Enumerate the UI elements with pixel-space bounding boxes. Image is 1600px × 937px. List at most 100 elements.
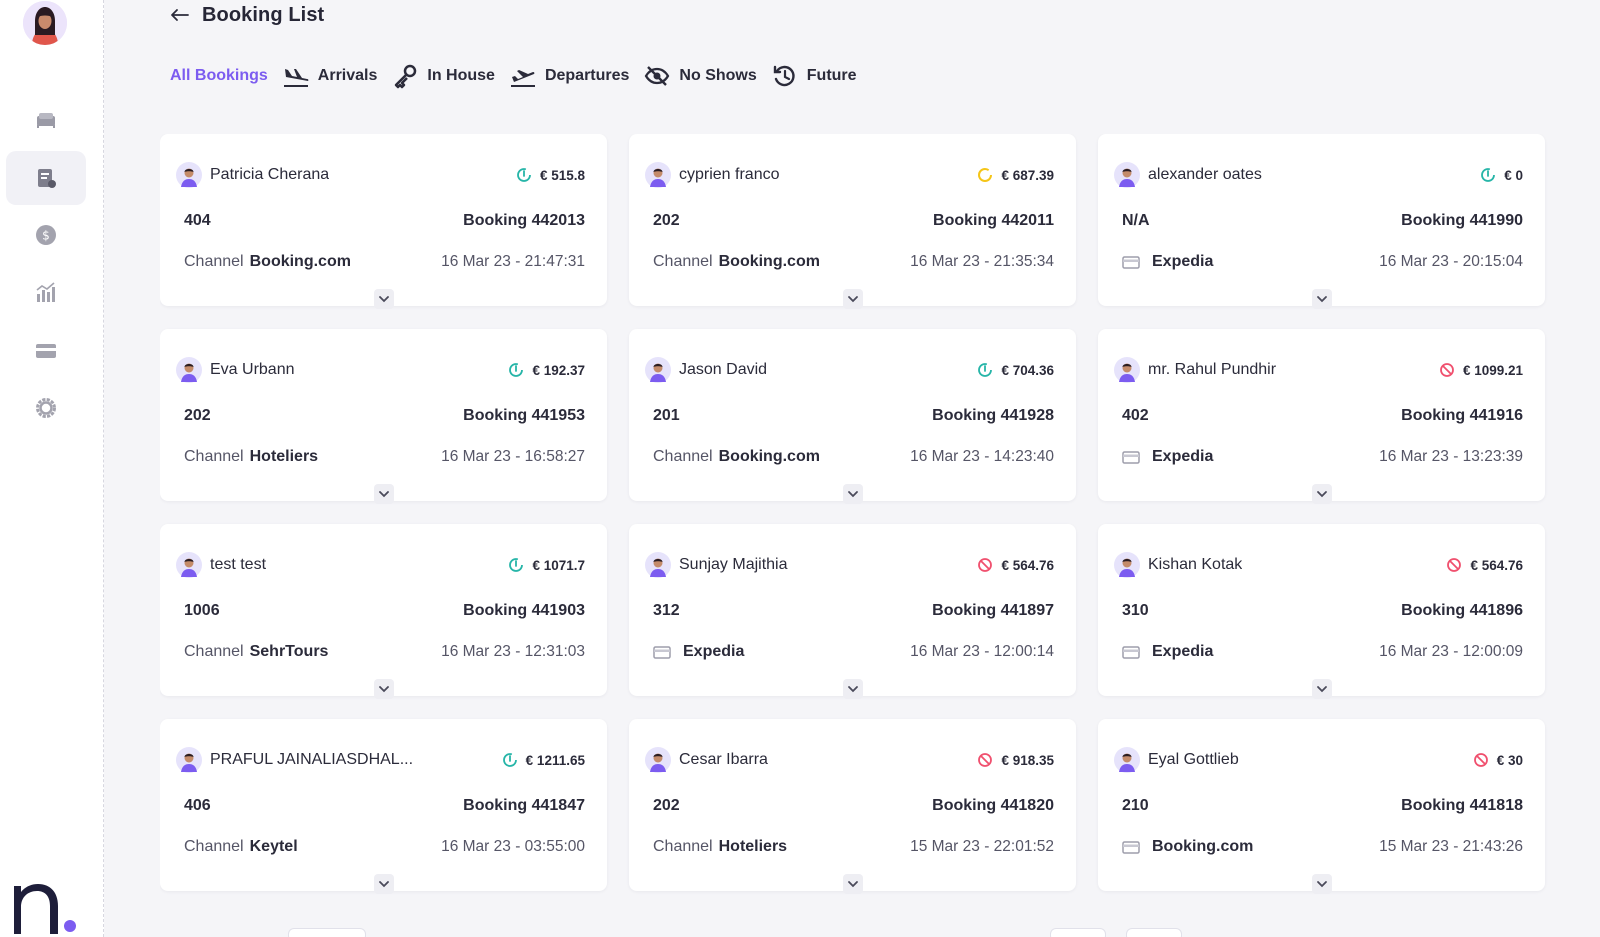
booking-number: Booking 441818	[1401, 797, 1523, 814]
room-number: 1006	[184, 602, 220, 619]
tab-label: No Shows	[679, 67, 757, 84]
user-avatar[interactable]	[23, 1, 67, 45]
expand-card-button[interactable]	[843, 484, 863, 504]
channel: Expedia	[1122, 448, 1213, 466]
channel: Channel Hoteliers	[184, 448, 318, 466]
booking-card[interactable]: Eyal Gottlieb € 30 210 Booking 441818 Bo…	[1098, 719, 1545, 894]
guest-avatar-icon	[645, 552, 671, 578]
expand-card-button[interactable]	[1312, 874, 1332, 894]
channel-name: Expedia	[683, 643, 745, 660]
bed-icon	[37, 113, 55, 128]
booking-card[interactable]: test test € 1071.7 1006 Booking 441903 C…	[160, 524, 607, 699]
expand-card-button[interactable]	[1312, 484, 1332, 504]
card-room-row: 310 Booking 441896	[1122, 600, 1523, 622]
pagination-control[interactable]	[288, 928, 366, 937]
amount-wrap: € 687.39	[977, 167, 1054, 183]
expand-card-button[interactable]	[374, 289, 394, 309]
chevron-down-icon	[379, 296, 389, 303]
booking-card[interactable]: mr. Rahul Pundhir € 1099.21 402 Booking …	[1098, 329, 1545, 504]
tab-all-bookings[interactable]: All Bookings	[170, 67, 268, 85]
chevron-down-icon	[1317, 296, 1327, 303]
tab-label: Arrivals	[317, 67, 378, 84]
channel: Channel Keytel	[184, 838, 298, 856]
guest-name: test test	[210, 556, 267, 573]
guest-avatar-icon	[1114, 747, 1140, 773]
back-arrow-icon[interactable]	[168, 3, 192, 27]
card-room-row: 210 Booking 441818	[1122, 795, 1523, 817]
booking-card[interactable]: Kishan Kotak € 564.76 310 Booking 441896…	[1098, 524, 1545, 699]
room-number: 310	[1122, 602, 1149, 619]
guest: PRAFUL JAINALIASDHAL...	[176, 747, 413, 773]
expand-card-button[interactable]	[843, 289, 863, 309]
booking-card[interactable]: cyprien franco € 687.39 202 Booking 4420…	[629, 134, 1076, 309]
brand-logo-icon	[14, 884, 76, 934]
booking-amount: € 515.8	[539, 167, 585, 183]
expand-card-button[interactable]	[374, 874, 394, 894]
sidebar-item-cards[interactable]	[6, 324, 86, 378]
booking-amount: € 564.76	[1001, 557, 1054, 573]
guest: Sunjay Majithia	[645, 552, 788, 578]
expand-card-button[interactable]	[843, 679, 863, 699]
expand-card-button[interactable]	[1312, 679, 1332, 699]
booking-number: Booking 441896	[1401, 602, 1523, 619]
tab-no-shows[interactable]: No Shows	[643, 63, 757, 89]
guest-name: Patricia Cherana	[210, 166, 330, 183]
card-channel-row: Channel Keytel 16 Mar 23 - 03:55:00	[184, 836, 585, 858]
booking-datetime: 15 Mar 23 - 21:43:26	[1379, 838, 1523, 855]
expand-card-button[interactable]	[374, 679, 394, 699]
booking-card[interactable]: Jason David € 704.36 201 Booking 441928 …	[629, 329, 1076, 504]
guest-name: Cesar Ibarra	[679, 751, 768, 768]
sidebar-item-payments[interactable]: $	[6, 208, 86, 262]
tab-departures[interactable]: Departures	[509, 63, 629, 89]
channel-name: Booking.com	[718, 448, 820, 465]
confirmed-status-icon	[509, 363, 524, 377]
plane-landing-icon	[283, 69, 309, 87]
booking-list-icon	[38, 169, 56, 188]
booking-amount: € 1099.21	[1462, 362, 1523, 378]
booking-number: Booking 442011	[933, 212, 1054, 229]
booking-card[interactable]: Cesar Ibarra € 918.35 202 Booking 441820…	[629, 719, 1076, 894]
expand-card-button[interactable]	[1312, 289, 1332, 309]
card-room-row: 202 Booking 441820	[653, 795, 1054, 817]
card-header: test test € 1071.7	[176, 551, 585, 579]
booking-card[interactable]: Sunjay Majithia € 564.76 312 Booking 441…	[629, 524, 1076, 699]
card-channel-row: Channel Booking.com 16 Mar 23 - 21:47:31	[184, 251, 585, 273]
guest-avatar-icon	[1114, 357, 1140, 383]
guest: Kishan Kotak	[1114, 552, 1242, 578]
plane-takeoff-icon	[510, 70, 535, 87]
channel-name: SehrTours	[249, 643, 329, 660]
channel-icon	[1122, 841, 1140, 854]
sidebar-item-bookings[interactable]	[6, 151, 86, 205]
booking-card[interactable]: Eva Urbann € 192.37 202 Booking 441953 C…	[160, 329, 607, 504]
channel-label: Channel	[653, 838, 713, 855]
booking-card[interactable]: alexander oates € 0 N/A Booking 441990 E…	[1098, 134, 1545, 309]
guest-avatar-icon	[1114, 162, 1140, 188]
tab-arrivals[interactable]: Arrivals	[282, 63, 378, 89]
card-channel-row: Expedia 16 Mar 23 - 20:15:04	[1122, 251, 1523, 273]
sidebar-item-settings[interactable]	[6, 381, 86, 435]
tab-in-house[interactable]: In House	[391, 63, 495, 89]
channel: Booking.com	[1122, 838, 1253, 856]
sidebar-item-reports[interactable]	[6, 266, 86, 320]
tab-future[interactable]: Future	[771, 63, 857, 89]
booking-amount: € 564.76	[1470, 557, 1523, 573]
chevron-down-icon	[848, 686, 858, 693]
page-size-control[interactable]	[1050, 928, 1106, 937]
booking-card[interactable]: PRAFUL JAINALIASDHAL... € 1211.65 406 Bo…	[160, 719, 607, 894]
booking-card[interactable]: Patricia Cherana € 515.8 404 Booking 442…	[160, 134, 607, 309]
booking-amount: € 0	[1504, 167, 1523, 183]
room-number: 312	[653, 602, 680, 619]
confirmed-status-icon	[1481, 168, 1496, 182]
amount-wrap: € 1071.7	[508, 557, 585, 573]
channel: Channel Booking.com	[184, 253, 351, 271]
booking-amount: € 192.37	[532, 362, 585, 378]
page-next-control[interactable]	[1126, 928, 1182, 937]
page-title: Booking List	[202, 3, 325, 26]
card-channel-row: Expedia 16 Mar 23 - 13:23:39	[1122, 446, 1523, 468]
booking-datetime: 16 Mar 23 - 12:31:03	[441, 643, 585, 660]
expand-card-button[interactable]	[374, 484, 394, 504]
guest-name: Eva Urbann	[210, 361, 295, 378]
sidebar-item-rooms[interactable]	[6, 93, 86, 147]
booking-datetime: 15 Mar 23 - 22:01:52	[910, 838, 1054, 855]
expand-card-button[interactable]	[843, 874, 863, 894]
